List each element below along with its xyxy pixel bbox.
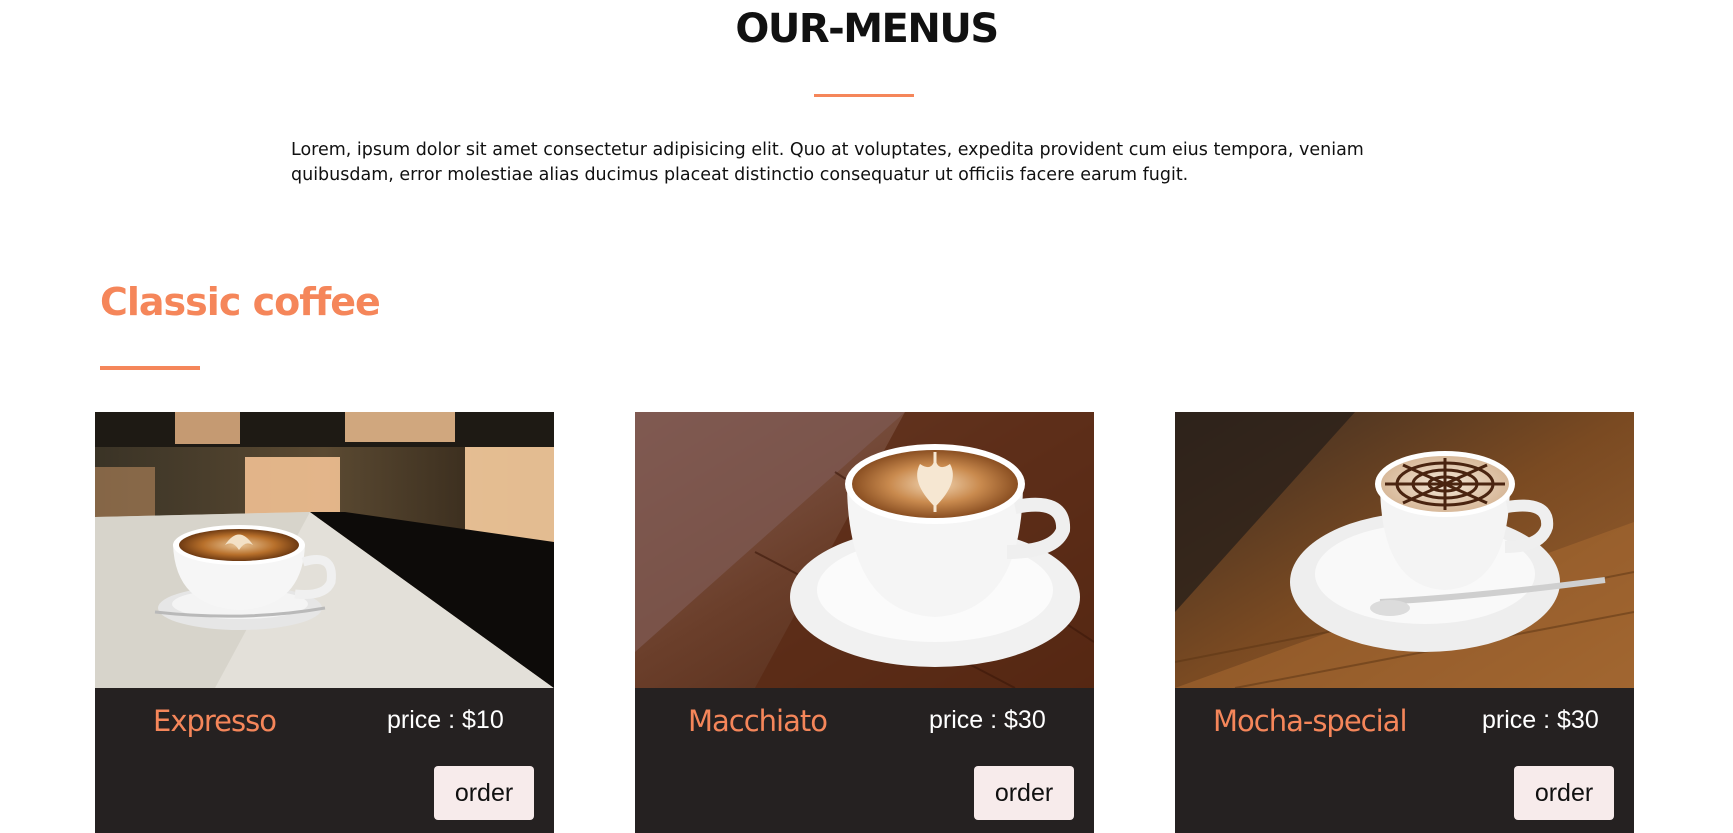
espresso-photo (95, 412, 554, 688)
item-price: price : $30 (929, 706, 1046, 734)
section-title: OUR-MENUS (735, 6, 999, 52)
category-underline (100, 366, 200, 370)
item-name: Expresso (153, 704, 277, 738)
menu-page: OUR-MENUS Lorem, ipsum dolor sit amet co… (0, 0, 1733, 833)
menu-card-expresso: Expresso price : $10 order (95, 412, 554, 833)
item-price: price : $30 (1482, 706, 1599, 734)
macchiato-photo (635, 412, 1094, 688)
title-underline (814, 94, 914, 97)
order-button-mocha-special[interactable]: order (1514, 766, 1614, 820)
intro-paragraph: Lorem, ipsum dolor sit amet consectetur … (291, 140, 1364, 185)
order-button-expresso[interactable]: order (434, 766, 534, 820)
category-title: Classic coffee (100, 280, 381, 324)
order-button-macchiato[interactable]: order (974, 766, 1074, 820)
menu-card-macchiato: Macchiato price : $30 order (635, 412, 1094, 833)
menu-card-mocha-special: Mocha-special price : $30 order (1175, 412, 1634, 833)
item-name: Mocha-special (1213, 704, 1408, 738)
item-price: price : $10 (387, 706, 504, 734)
item-name: Macchiato (688, 704, 828, 738)
mocha-photo (1175, 412, 1634, 688)
